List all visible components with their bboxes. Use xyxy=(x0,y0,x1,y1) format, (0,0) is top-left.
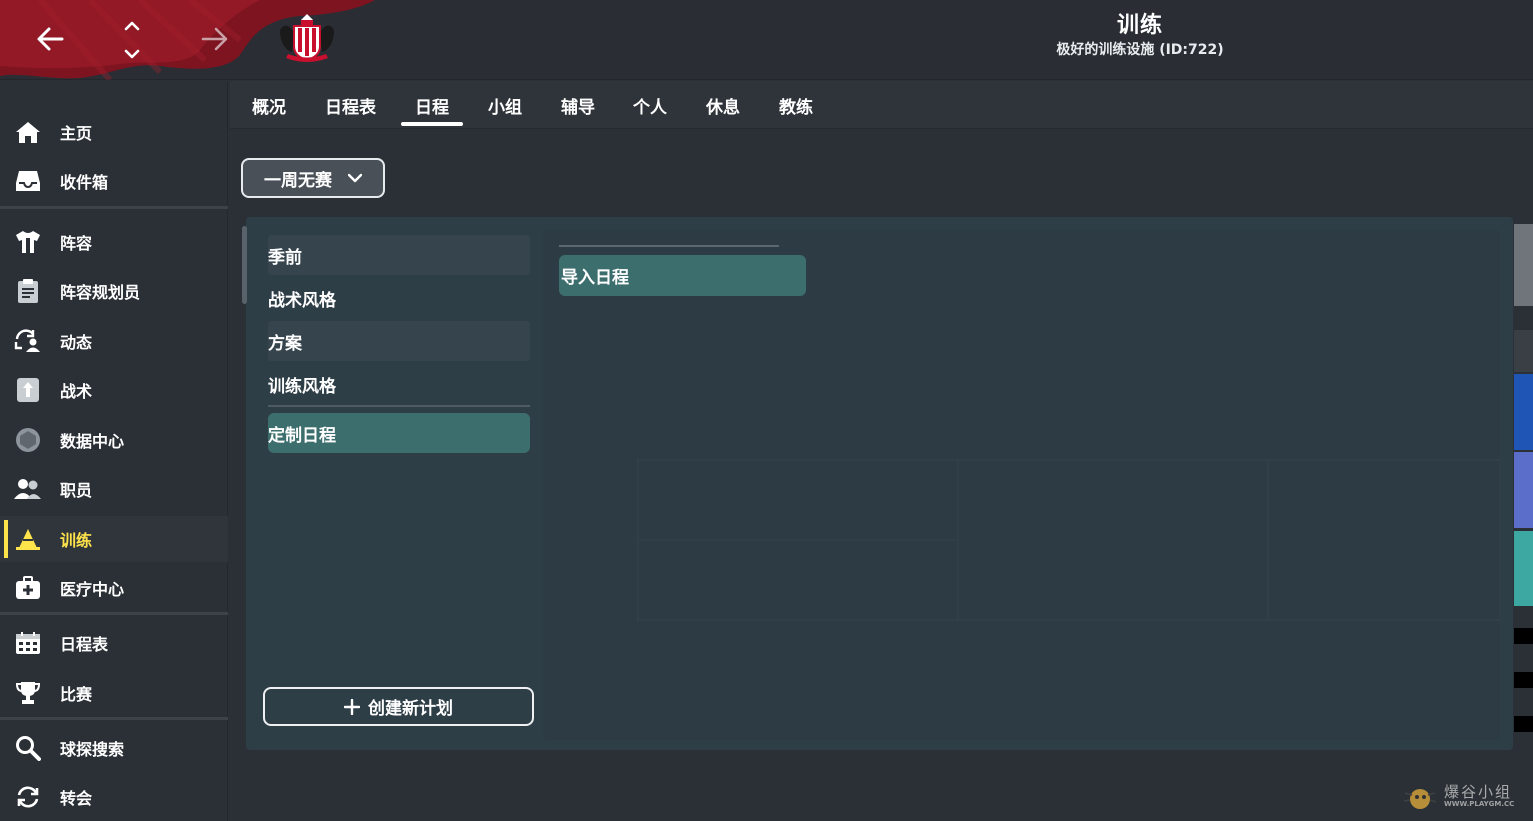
arrow-right-icon xyxy=(201,27,228,51)
calendar-icon xyxy=(14,629,42,657)
tab-units[interactable]: 小组 xyxy=(488,81,522,129)
forward-button[interactable] xyxy=(195,20,235,58)
sidebar-item-dynamics[interactable]: 动态 xyxy=(0,318,228,364)
sidebar-item-label: 阵容规划员 xyxy=(60,283,141,302)
sidebar-item-label: 职员 xyxy=(60,481,93,500)
edge-segment xyxy=(1514,628,1533,644)
sidebar-item-label: 训练 xyxy=(60,531,93,550)
back-button[interactable] xyxy=(30,20,70,58)
edge-segment xyxy=(1514,531,1533,606)
clipboard-icon xyxy=(14,277,42,305)
home-icon xyxy=(14,118,42,146)
edge-segment xyxy=(1514,672,1533,688)
faded-background-grid xyxy=(637,459,1500,621)
transfer-icon xyxy=(14,783,42,811)
edge-segment xyxy=(1514,330,1533,372)
sidebar: 主页 收件箱 阵容 阵容规划员 动态 战术 数据中心 职员 训练 医疗中心 日程… xyxy=(0,81,228,821)
sidebar-item-squad-planner[interactable]: 阵容规划员 xyxy=(0,268,228,314)
plus-icon xyxy=(344,698,360,715)
watermark-name: 爆谷小组 xyxy=(1444,783,1513,801)
refresh-person-icon xyxy=(14,327,42,355)
panel-scrollbar[interactable] xyxy=(242,226,247,304)
sidebar-item-label: 转会 xyxy=(60,789,93,808)
list-item-tactical-style[interactable]: 战术风格 xyxy=(268,278,530,318)
trophy-icon xyxy=(14,679,42,707)
import-schedule-button[interactable]: 导入日程 xyxy=(559,255,806,296)
sidebar-item-label: 比赛 xyxy=(60,685,93,704)
training-cone-icon xyxy=(14,525,42,553)
shirt-icon xyxy=(14,228,42,256)
sidebar-item-schedule[interactable]: 日程表 xyxy=(0,620,228,666)
sidebar-item-scouting[interactable]: 球探搜索 xyxy=(0,725,228,771)
sidebar-item-label: 动态 xyxy=(60,333,93,352)
list-item-custom-schedules[interactable]: 定制日程 xyxy=(268,413,530,453)
detail-divider xyxy=(559,245,779,247)
sidebar-item-data-hub[interactable]: 数据中心 xyxy=(0,417,228,463)
staff-icon xyxy=(14,475,42,503)
week-type-dropdown[interactable]: 一周无赛 xyxy=(241,158,385,198)
sidebar-item-home[interactable]: 主页 xyxy=(0,109,228,155)
list-divider xyxy=(268,405,530,407)
page-subtitle: 极好的训练设施 (ID:722) xyxy=(1056,42,1224,58)
chevron-down-icon xyxy=(348,173,362,183)
sidebar-divider xyxy=(0,612,228,615)
sidebar-item-label: 日程表 xyxy=(60,635,109,654)
tactics-icon xyxy=(14,376,42,404)
medical-kit-icon xyxy=(14,574,42,602)
sidebar-item-label: 主页 xyxy=(60,124,93,143)
sidebar-item-label: 收件箱 xyxy=(60,173,109,192)
sidebar-item-competitions[interactable]: 比赛 xyxy=(0,670,228,716)
sidebar-item-medical-centre[interactable]: 医疗中心 xyxy=(0,565,228,611)
top-bar: 训练 极好的训练设施 (ID:722) xyxy=(0,0,1533,80)
create-new-plan-button[interactable]: 创建新计划 xyxy=(263,687,534,726)
list-item-plans[interactable]: 方案 xyxy=(268,321,530,361)
edge-segment xyxy=(1514,716,1533,732)
watermark: 爆谷小组 WWW.PLAYGM.CC xyxy=(1400,780,1530,816)
dropdown-selected-value: 一周无赛 xyxy=(264,170,332,191)
sidebar-item-transfers[interactable]: 转会 xyxy=(0,774,228,820)
sidebar-item-inbox[interactable]: 收件箱 xyxy=(0,158,228,204)
watermark-url: WWW.PLAYGM.CC xyxy=(1444,800,1515,808)
sidebar-item-label: 球探搜索 xyxy=(60,740,125,759)
tab-bar: 概况 日程表 日程 小组 辅导 个人 休息 教练 xyxy=(230,81,1533,129)
sidebar-divider xyxy=(0,717,228,720)
create-new-plan-label: 创建新计划 xyxy=(368,699,453,719)
sidebar-divider xyxy=(0,206,228,209)
sidebar-item-tactics[interactable]: 战术 xyxy=(0,367,228,413)
sidebar-item-label: 医疗中心 xyxy=(60,580,125,599)
watermark-text: 爆谷小组 WWW.PLAYGM.CC xyxy=(1444,783,1515,810)
tab-schedules[interactable]: 日程 xyxy=(401,81,463,129)
search-icon xyxy=(14,734,42,762)
tab-individual[interactable]: 个人 xyxy=(633,81,667,129)
list-item-training-style[interactable]: 训练风格 xyxy=(268,364,530,404)
arrow-left-icon xyxy=(37,27,64,51)
page-header: 训练 极好的训练设施 (ID:722) xyxy=(980,12,1300,60)
edge-segment xyxy=(1514,374,1533,450)
tab-mentoring[interactable]: 辅导 xyxy=(561,81,595,129)
sidebar-item-label: 阵容 xyxy=(60,234,93,253)
data-hub-icon xyxy=(14,426,42,454)
club-crest-icon[interactable] xyxy=(272,8,342,66)
edge-segment xyxy=(1514,224,1533,306)
sidebar-item-squad[interactable]: 阵容 xyxy=(0,219,228,265)
sidebar-item-label: 战术 xyxy=(60,382,93,401)
tab-rest[interactable]: 休息 xyxy=(706,81,740,129)
sidebar-item-staff[interactable]: 职员 xyxy=(0,466,228,512)
watermark-logo-icon xyxy=(1403,789,1437,809)
sidebar-item-label: 数据中心 xyxy=(60,432,125,451)
tab-calendar[interactable]: 日程表 xyxy=(325,81,376,129)
chevron-up-down-icon xyxy=(124,21,140,59)
previous-next-button[interactable] xyxy=(118,10,146,70)
sidebar-item-training[interactable]: 训练 xyxy=(0,516,228,562)
list-item-preseason[interactable]: 季前 xyxy=(268,235,530,275)
tab-coaches[interactable]: 教练 xyxy=(779,81,813,129)
edge-segment xyxy=(1514,452,1533,528)
inbox-icon xyxy=(14,167,42,195)
tab-overview[interactable]: 概况 xyxy=(252,81,286,129)
page-title: 训练 xyxy=(1116,13,1163,38)
